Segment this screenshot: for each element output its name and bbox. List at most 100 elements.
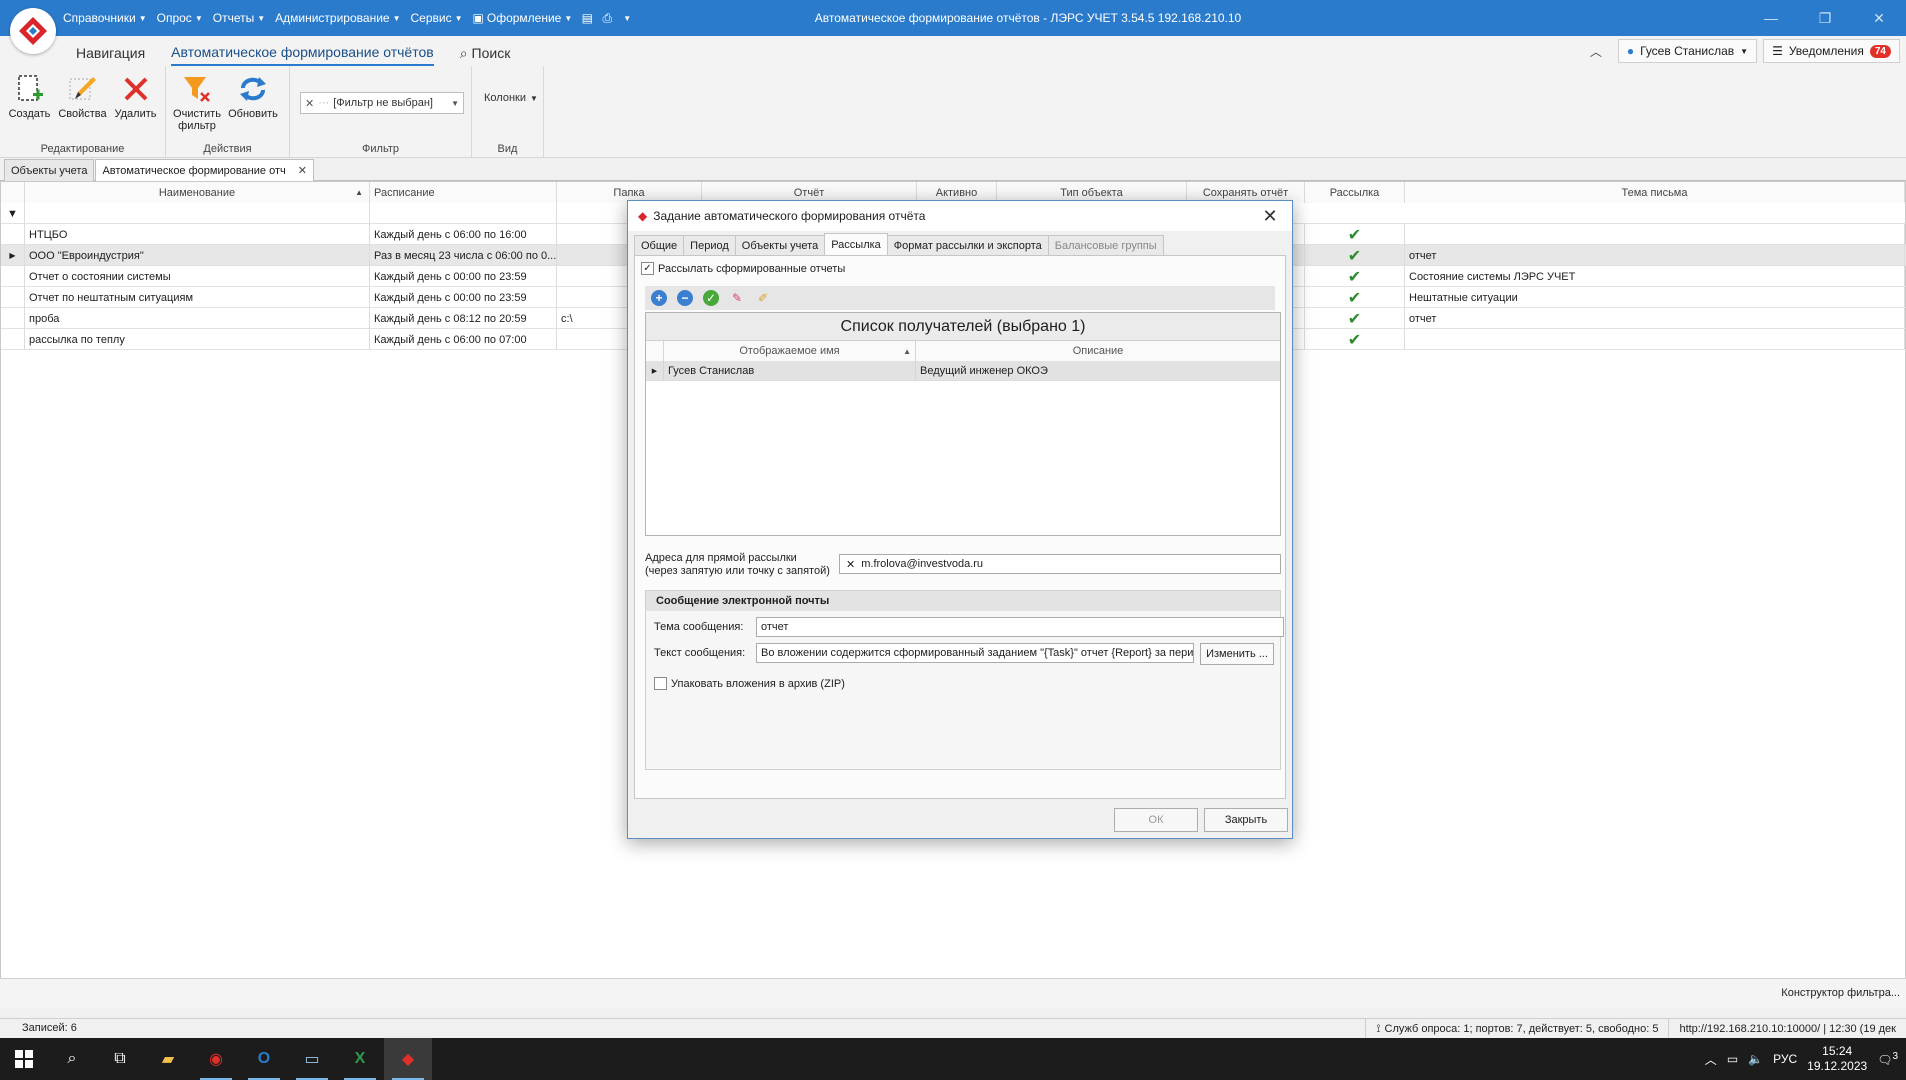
change-text-button[interactable]: Изменить ... <box>1200 643 1274 665</box>
tray-expand-icon[interactable]: ︿ <box>1705 1051 1717 1068</box>
columns-button[interactable]: Колонки ▼ <box>476 92 546 104</box>
edit-document-icon[interactable]: ✐ <box>755 290 771 306</box>
subject-input[interactable]: отчет <box>756 617 1284 637</box>
menu-reports[interactable]: Отчеты ▼ <box>208 11 270 25</box>
excel-button[interactable]: X <box>336 1038 384 1080</box>
send-reports-checkbox[interactable]: ✓ Рассылать сформированные отчеты <box>641 262 845 275</box>
clear-filter-button[interactable]: Очистить фильтр <box>170 68 224 132</box>
task-view-button[interactable]: ⧉ <box>96 1038 144 1080</box>
explorer-button[interactable]: ▰ <box>144 1038 192 1080</box>
tab-general[interactable]: Общие <box>634 235 685 255</box>
zip-checkbox[interactable]: Упаковать вложения в архив (ZIP) <box>654 677 845 690</box>
collapse-ribbon-icon[interactable]: ︿ <box>1580 43 1612 60</box>
check-all-icon[interactable]: ✓ <box>703 290 719 306</box>
doc-tab-accounting-objects[interactable]: Объекты учета <box>4 159 95 181</box>
cell-schedule: Раз в месяц 23 числа с 06:00 по 0... <box>370 245 557 266</box>
lers-button[interactable]: ◆ <box>384 1038 432 1080</box>
quick-access-dropdown-icon[interactable]: ▼ <box>617 8 637 28</box>
eraser-icon[interactable]: ✎ <box>729 290 745 306</box>
print-icon[interactable]: ⎙ <box>597 8 617 28</box>
delete-button[interactable]: Удалить <box>110 68 161 120</box>
search-taskbar-button[interactable]: ⌕ <box>48 1038 96 1080</box>
menu-label: Администрирование <box>275 11 390 25</box>
cell-schedule: Каждый день с 00:00 по 23:59 <box>370 287 557 308</box>
notification-center-icon[interactable]: 🗨3 <box>1877 1051 1898 1067</box>
checkbox-checked-icon[interactable]: ✓ <box>641 262 654 275</box>
group-actions-label: Действия <box>203 143 252 155</box>
language-indicator[interactable]: РУС <box>1773 1052 1797 1066</box>
cell-subject: Состояние системы ЛЭРС УЧЕТ <box>1405 266 1905 287</box>
col-schedule[interactable]: Расписание <box>370 182 557 203</box>
close-dialog-button[interactable]: Закрыть <box>1204 808 1288 832</box>
menu-polling[interactable]: Опрос ▼ <box>152 11 208 25</box>
tab-period[interactable]: Период <box>683 235 736 255</box>
recipients-grid: Список получателей (выбрано 1) Отображае… <box>645 312 1281 536</box>
minimize-button[interactable]: — <box>1744 0 1798 36</box>
pencil-icon <box>66 72 100 106</box>
recipient-row[interactable]: ▶ Гусев Станислав Ведущий инженер ОКОЭ <box>646 361 1280 381</box>
notification-count: 3 <box>1892 1051 1898 1062</box>
save-icon[interactable]: ▤ <box>577 8 597 28</box>
network-icon[interactable]: ▭ <box>1727 1052 1738 1066</box>
grid-footer: Конструктор фильтра... <box>0 978 1906 1008</box>
properties-button[interactable]: Свойства <box>57 68 108 120</box>
chrome-button[interactable]: ◉ <box>192 1038 240 1080</box>
ribbon-tabs: Навигация Автоматическое формирование от… <box>76 40 510 66</box>
filter-select[interactable]: ✕ ··· [Фильтр не выбран] ▼ <box>300 92 464 114</box>
antenna-icon: ⟟ <box>1376 1022 1381 1035</box>
chevron-down-icon[interactable]: ▼ <box>451 99 459 108</box>
status-bar: Записей: 6 ⟟ Служб опроса: 1; портов: 7, … <box>0 1018 1906 1039</box>
app-logo[interactable] <box>10 8 56 54</box>
tab-mailing[interactable]: Рассылка <box>824 233 888 255</box>
direct-addresses-input[interactable]: ✕ m.frolova@investvoda.ru <box>839 554 1281 574</box>
remove-token-icon[interactable]: ✕ <box>846 558 855 571</box>
clear-icon[interactable]: ✕ <box>305 97 314 110</box>
row-selected-icon: ▶ <box>1 245 25 266</box>
filter-cell[interactable] <box>25 203 370 224</box>
col-subject[interactable]: Тема письма <box>1405 182 1905 203</box>
refresh-button[interactable]: Обновить <box>226 68 280 120</box>
close-button[interactable]: ✕ <box>1852 0 1906 36</box>
close-tab-icon[interactable]: ✕ <box>298 164 307 177</box>
user-button[interactable]: ● Гусев Станислав ▼ <box>1617 39 1758 63</box>
col-display-name[interactable]: Отображаемое имя ▲ <box>664 341 916 361</box>
outlook-button[interactable]: O <box>240 1038 288 1080</box>
close-icon[interactable]: ✕ <box>1258 206 1282 227</box>
menu-administration[interactable]: Администрирование ▼ <box>270 11 405 25</box>
body-input[interactable]: Во вложении содержится сформированный за… <box>756 643 1194 663</box>
tab-navigation[interactable]: Навигация <box>76 41 145 65</box>
volume-icon[interactable]: 🔈 <box>1748 1052 1763 1066</box>
group-view: Колонки ▼ Вид <box>472 66 544 158</box>
records-count: Записей: 6 <box>22 1022 77 1034</box>
tab-balance-groups[interactable]: Балансовые группы <box>1047 235 1164 255</box>
doc-tab-auto-reports[interactable]: Автоматическое формирование отч ✕ <box>95 159 314 181</box>
tab-search[interactable]: ⌕ Поиск <box>460 41 511 66</box>
filter-constructor-link[interactable]: Конструктор фильтра... <box>1781 987 1900 999</box>
col-description[interactable]: Описание <box>916 341 1280 361</box>
cell-subject <box>1405 329 1905 350</box>
tab-objects[interactable]: Объекты учета <box>734 235 826 255</box>
tab-auto-reports[interactable]: Автоматическое формирование отчётов <box>171 40 434 66</box>
ok-button[interactable]: ОК <box>1114 808 1198 832</box>
start-button[interactable] <box>0 1038 48 1080</box>
check-icon: ✔ <box>1305 329 1405 350</box>
menu-label: Справочники <box>63 11 136 25</box>
maximize-button[interactable]: ❐ <box>1798 0 1852 36</box>
col-mailing[interactable]: Рассылка <box>1305 182 1405 203</box>
clock[interactable]: 15:24 19.12.2023 <box>1807 1044 1867 1074</box>
checkbox-unchecked-icon[interactable] <box>654 677 667 690</box>
group-edit-label: Редактирование <box>40 143 125 155</box>
add-recipient-icon[interactable]: + <box>651 290 667 306</box>
menu-references[interactable]: Справочники ▼ <box>58 11 152 25</box>
doc-tab-label: Объекты учета <box>11 164 88 177</box>
create-button[interactable]: Создать <box>4 68 55 120</box>
menu-label: Отчеты <box>212 11 255 25</box>
remote-desktop-button[interactable]: ▭ <box>288 1038 336 1080</box>
col-name[interactable]: Наименование ▲ <box>25 182 370 203</box>
remove-recipient-icon[interactable]: − <box>677 290 693 306</box>
filter-cell[interactable] <box>370 203 557 224</box>
tab-format[interactable]: Формат рассылки и экспорта <box>886 235 1049 255</box>
menu-appearance[interactable]: ▣ Оформление ▼ <box>468 11 578 25</box>
menu-service[interactable]: Сервис ▼ <box>406 11 468 25</box>
notifications-button[interactable]: ☰ Уведомления 74 <box>1763 39 1900 63</box>
